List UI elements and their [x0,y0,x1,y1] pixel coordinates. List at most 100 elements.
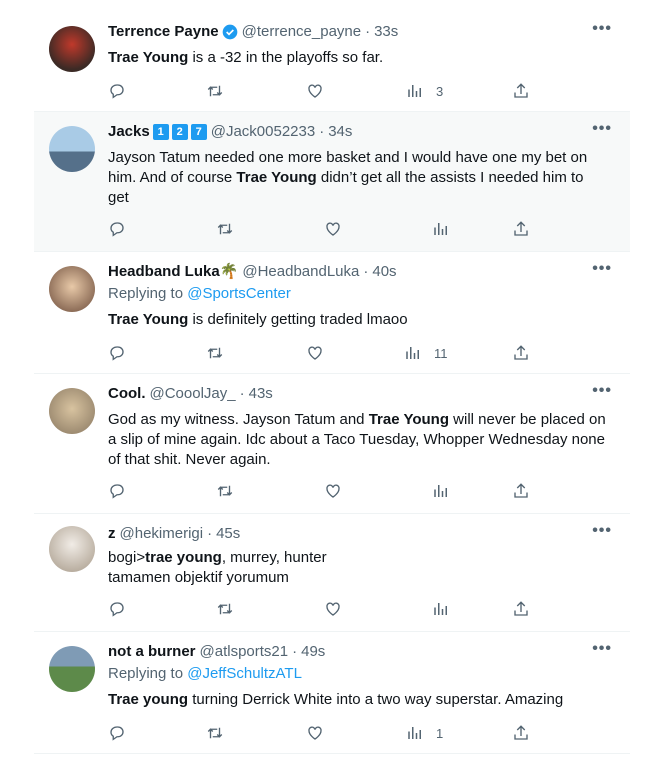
reply-icon[interactable] [108,82,126,100]
separator: · [239,385,245,402]
action-bar [108,482,532,502]
tweet[interactable]: Headband Luka 🌴 @HeadbandLuka · 40s ••• … [34,252,630,374]
timestamp[interactable]: 34s [328,122,352,142]
timestamp[interactable]: 49s [301,642,325,662]
avatar[interactable] [49,26,95,72]
separator: · [365,23,371,40]
share-icon[interactable] [512,344,530,362]
more-icon[interactable]: ••• [592,382,612,400]
display-name[interactable]: Cool. [108,384,146,404]
handle[interactable]: @Jack0052233 [211,122,315,142]
action-bar [108,220,532,240]
separator: · [207,525,213,542]
display-name[interactable]: Jacks [108,122,150,142]
badge-number: 2 [171,124,188,140]
retweet-icon[interactable] [216,220,234,238]
reply-icon[interactable] [108,600,126,618]
tweet-text: Jayson Tatum needed one more basket and … [108,149,588,206]
retweet-icon[interactable] [216,600,234,618]
tweet-header: Headband Luka 🌴 @HeadbandLuka · 40s [108,262,397,282]
share-icon[interactable] [512,724,530,742]
timestamp[interactable]: 33s [374,22,398,42]
share-icon[interactable] [512,220,530,238]
reply-to-link[interactable]: @JeffSchultzATL [187,665,302,682]
reply-icon[interactable] [108,344,126,362]
more-icon[interactable]: ••• [592,260,612,278]
avatar[interactable] [49,526,95,572]
more-icon[interactable]: ••• [592,120,612,138]
like-icon[interactable] [306,724,324,742]
tweet[interactable]: Cool. @CooolJay_ · 43s ••• God as my wit… [34,374,630,514]
display-name[interactable]: Terrence Payne [108,22,219,42]
action-bar: 11 [108,344,532,364]
retweet-icon[interactable] [206,82,224,100]
tweet-header: Jacks 1 2 7 @Jack0052233 · 34s [108,122,352,142]
action-bar: 3 [108,82,532,102]
handle[interactable]: @atlsports21 [200,642,289,662]
tweet-text: bogi>trae young, murrey, hunter tamamen o… [108,549,327,586]
handle[interactable]: @terrence_payne [242,22,361,42]
handle[interactable]: @CooolJay_ [150,384,236,404]
like-icon[interactable] [324,220,342,238]
like-icon[interactable] [306,344,324,362]
handle[interactable]: @HeadbandLuka [242,262,359,282]
tweet-header: Cool. @CooolJay_ · 43s [108,384,273,404]
display-name[interactable]: z [108,524,116,544]
like-icon[interactable] [324,482,342,500]
more-icon[interactable]: ••• [592,640,612,658]
views-count: 3 [436,83,444,99]
separator: · [319,123,325,140]
replying-to: Replying to @JeffSchultzATL [108,665,302,682]
badge-number: 7 [190,124,207,140]
views-count: 11 [434,345,448,361]
avatar[interactable] [49,266,95,312]
reply-icon[interactable] [108,482,126,500]
views-icon[interactable]: 1 [406,724,443,742]
retweet-icon[interactable] [206,344,224,362]
tweet[interactable]: not a burner @atlsports21 · 49s ••• Repl… [34,632,630,754]
display-name[interactable]: not a burner [108,642,196,662]
timestamp[interactable]: 40s [372,262,396,282]
reply-icon[interactable] [108,724,126,742]
timeline: Terrence Payne @terrence_payne · 33s •••… [34,0,630,757]
handle[interactable]: @hekimerigi [120,524,204,544]
avatar[interactable] [49,388,95,434]
timestamp[interactable]: 45s [216,524,240,544]
like-icon[interactable] [306,82,324,100]
verified-icon [222,24,237,40]
tweet-header: not a burner @atlsports21 · 49s [108,642,325,662]
more-icon[interactable]: ••• [592,522,612,540]
share-icon[interactable] [512,82,530,100]
timestamp[interactable]: 43s [249,384,273,404]
tweet-text: God as my witness. Jayson Tatum and Trae… [108,411,606,468]
reply-icon[interactable] [108,220,126,238]
more-icon[interactable]: ••• [592,20,612,38]
separator: · [363,263,369,280]
display-name[interactable]: Headband Luka [108,262,220,282]
tweet-text: Trae Young is definitely getting traded … [108,311,408,328]
tweet[interactable]: Jacks 1 2 7 @Jack0052233 · 34s ••• Jayso… [34,112,630,252]
badge-number: 1 [152,124,169,140]
palm-tree-emoji: 🌴 [219,263,239,280]
views-icon[interactable] [432,600,450,618]
avatar[interactable] [49,646,95,692]
replying-to: Replying to @SportsCenter [108,285,291,302]
action-bar [108,600,532,620]
tweet-text: Trae Young is a -32 in the playoffs so f… [108,49,384,66]
share-icon[interactable] [512,482,530,500]
tweet[interactable]: z @hekimerigi · 45s ••• bogi>trae young,… [34,514,630,632]
reply-to-link[interactable]: @SportsCenter [187,285,291,302]
views-icon[interactable]: 3 [406,82,443,100]
views-icon[interactable] [432,482,450,500]
avatar[interactable] [49,126,95,172]
share-icon[interactable] [512,600,530,618]
action-bar: 1 [108,724,532,744]
views-icon[interactable] [432,220,450,238]
tweet[interactable]: Terrence Payne @terrence_payne · 33s •••… [34,12,630,112]
retweet-icon[interactable] [206,724,224,742]
like-icon[interactable] [324,600,342,618]
views-icon[interactable]: 11 [404,344,448,362]
views-count: 1 [436,725,444,741]
tweet-header: Terrence Payne @terrence_payne · 33s [108,22,398,42]
retweet-icon[interactable] [216,482,234,500]
